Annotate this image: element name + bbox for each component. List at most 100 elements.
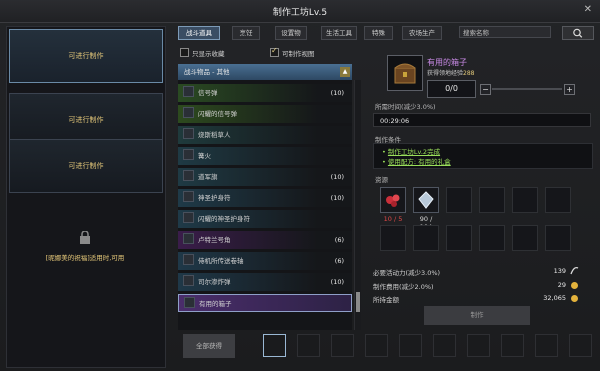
recipe-name: 侍机所传送卷轴 (198, 257, 244, 265)
recipe-list: 战斗物品 - 其他 ▲ 信号弹 (10) 闪耀的信号弹 烧斯稻草人 篝火 道军旗 (10) 神… (178, 64, 352, 330)
crafting-window: 制作工坊Lv.5 ✕ 可进行制作 可进行制作 可进行制作 [昵娜美的祝福]适用时… (0, 0, 600, 371)
resource-count: 10 / 5 (383, 215, 403, 223)
tab-combat-items[interactable]: 战斗道具 (178, 26, 220, 40)
stat-label-energy: 必要活动力(减少3.0%) (373, 269, 441, 277)
recipe-row[interactable]: 司尔渗炸弹 (10) (178, 273, 352, 291)
recipe-item-icon (183, 86, 194, 97)
locked-slot-text: [昵娜美的祝福]适用时,可用 (45, 254, 125, 262)
conditions-box: • 制作工坊Lv.2完成 • 使用配方: 有用的礼盒 (373, 143, 593, 169)
item-name: 有用的箱子 (427, 58, 467, 67)
recipe-row[interactable]: 有用的箱子 (178, 294, 352, 312)
gold-coin-icon (571, 295, 578, 302)
recipe-count: (10) (330, 194, 344, 202)
craft-button[interactable]: 制作 (424, 306, 530, 325)
resource-slot[interactable]: 90 / 104 (413, 187, 439, 231)
recipe-name: 篝火 (198, 152, 211, 160)
condition-item: • 制作工坊Lv.2完成 (382, 148, 441, 156)
item-xp-label: 获得领地经验 (427, 70, 464, 77)
plus-button[interactable]: + (564, 84, 575, 95)
tab-special[interactable]: 特殊 (364, 26, 393, 40)
material-slot (365, 334, 388, 357)
recipe-row[interactable]: 闪耀的信号弹 (178, 105, 352, 123)
material-slot (433, 334, 456, 357)
collapse-icon[interactable]: ▲ (340, 67, 350, 77)
filter-craftable[interactable]: 可制作视图 (270, 46, 315, 58)
material-slot[interactable] (263, 334, 286, 357)
resource-slot-empty (446, 187, 472, 213)
condition-item: • 使用配方: 有用的礼盒 (382, 158, 451, 166)
quantity-slider[interactable] (492, 88, 562, 90)
recipe-name: 闪耀的信号弹 (198, 110, 237, 118)
scrollbar-thumb[interactable] (356, 292, 360, 312)
recipe-row[interactable]: 卢特兰号角 (6) (178, 231, 352, 249)
filter-owned-only[interactable]: 只显示收藏 (180, 48, 225, 58)
resource-slot-empty (380, 225, 406, 251)
tab-farm-production[interactable]: 农场生产 (402, 26, 442, 40)
recipe-item-icon (183, 170, 194, 181)
recipe-scrollbar[interactable] (354, 80, 361, 330)
search-icon (573, 28, 583, 38)
recipe-row[interactable]: 信号弹 (10) (178, 84, 352, 102)
resource-slot-empty (479, 225, 505, 251)
recipe-name: 司尔渗炸弹 (198, 278, 231, 286)
recipe-row[interactable]: 烧斯稻草人 (178, 126, 352, 144)
item-xp-value: 288 (463, 70, 475, 77)
title-bar: 制作工坊Lv.5 ✕ (0, 0, 600, 23)
minus-button[interactable]: − (480, 84, 491, 95)
resource-slot-empty (545, 225, 571, 251)
recipe-list-header-label: 战斗物品 - 其他 (184, 68, 230, 76)
search-button[interactable] (562, 26, 594, 40)
recipe-name: 闪耀的神圣护身符 (198, 215, 250, 223)
filter-owned-only-label: 只显示收藏 (192, 50, 225, 58)
stat-value-cost: 29 (557, 281, 566, 289)
resource-slot-empty (446, 225, 472, 251)
material-slot (331, 334, 354, 357)
recipe-row[interactable]: 道军旗 (10) (178, 168, 352, 186)
locked-slot: [昵娜美的祝福]适用时,可用 (9, 221, 161, 273)
material-slot (297, 334, 320, 357)
queue-slot-label: 可进行制作 (68, 52, 104, 60)
recipe-item-icon (183, 191, 194, 202)
resource-slot[interactable]: 10 / 5 (380, 187, 406, 223)
tab-life-tools[interactable]: 生活工具 (321, 26, 357, 40)
recipe-list-header[interactable]: 战斗物品 - 其他 ▲ (178, 64, 352, 80)
gold-coin-icon (571, 282, 578, 289)
item-xp: 获得领地经验288 (427, 68, 474, 77)
queue-slot-3[interactable]: 可进行制作 (9, 139, 163, 193)
queue-slot-label: 可进行制作 (68, 116, 104, 124)
recipe-item-icon (184, 297, 195, 308)
queue-slot-1[interactable]: 可进行制作 (9, 29, 163, 83)
recipe-item-icon (183, 149, 194, 160)
search-input[interactable]: 搜索名称 (459, 26, 551, 38)
lock-icon (80, 231, 90, 244)
energy-icon (570, 266, 579, 275)
close-icon[interactable]: ✕ (584, 4, 592, 15)
stat-value-energy: 139 (553, 267, 566, 275)
recipe-row[interactable]: 侍机所传送卷轴 (6) (178, 252, 352, 270)
checkbox-checked-icon[interactable] (270, 46, 279, 57)
chest-icon (394, 63, 416, 84)
recipe-item-icon (183, 275, 194, 286)
stat-value-gold: 32,065 (543, 294, 566, 302)
resource-slot-empty (545, 187, 571, 213)
stat-label-gold: 所持金额 (373, 296, 399, 304)
material-slot (467, 334, 490, 357)
recipe-row[interactable]: 神圣护身符 (10) (178, 189, 352, 207)
tab-cooking[interactable]: 烹饪 (232, 26, 260, 40)
resource-slot-empty (479, 187, 505, 213)
recipe-row[interactable]: 闪耀的神圣护身符 (178, 210, 352, 228)
recipe-name: 有用的箱子 (199, 300, 232, 308)
checkbox-icon[interactable] (180, 48, 189, 57)
recipe-name: 信号弹 (198, 89, 218, 97)
recipe-row[interactable]: 篝火 (178, 147, 352, 165)
recipe-item-icon (183, 254, 194, 265)
material-slot (535, 334, 558, 357)
tab-installables[interactable]: 设置物 (275, 26, 307, 40)
recipe-name: 神圣护身符 (198, 194, 231, 202)
recipe-name: 卢特兰号角 (198, 236, 231, 244)
recipe-name: 烧斯稻草人 (198, 131, 231, 139)
recipe-item-icon (183, 233, 194, 244)
material-slot (501, 334, 524, 357)
window-title: 制作工坊Lv.5 (272, 8, 328, 18)
get-all-button[interactable]: 全部获得 (183, 334, 235, 358)
